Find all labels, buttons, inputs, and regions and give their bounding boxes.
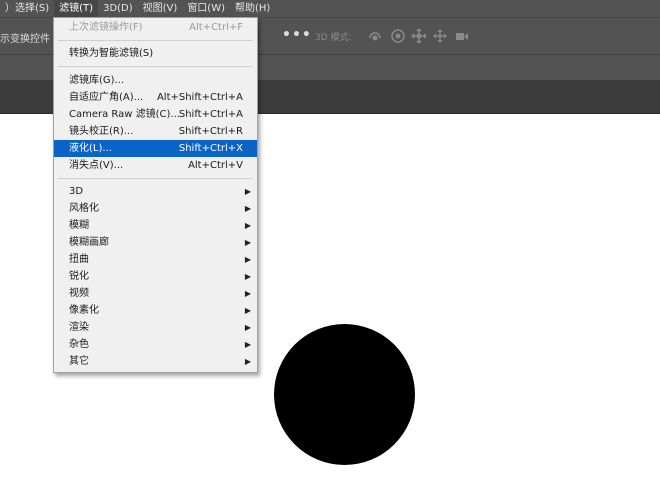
ellipsis-icon[interactable]: •••	[282, 26, 311, 46]
menu-bar: ）选择(S) 滤镜(T) 3D(D) 视图(V) 窗口(W) 帮助(H)	[0, 0, 660, 17]
menu-view[interactable]: 视图(V)	[138, 0, 183, 17]
black-circle-shape	[274, 324, 415, 465]
menu-item-last-filter: 上次滤镜操作(F) Alt+Ctrl+F	[69, 22, 243, 33]
3d-roll-icon[interactable]	[389, 27, 407, 45]
submenu-sharpen[interactable]: 锐化 ▶	[54, 268, 257, 285]
menu-item-vanishing-point[interactable]: 消失点(V)... Alt+Ctrl+V	[54, 157, 257, 174]
submenu-noise[interactable]: 杂色 ▶	[54, 336, 257, 353]
menu-item-camera-raw[interactable]: Camera Raw 滤镜(C)... Shift+Ctrl+A	[54, 106, 257, 123]
menu-item-lens-correction[interactable]: 镜头校正(R)... Shift+Ctrl+R	[54, 123, 257, 140]
menu-separator	[58, 66, 253, 67]
filter-menu-dropdown: 上次滤镜操作(F) Alt+Ctrl+F 转换为智能滤镜(S) 滤镜库(G)..…	[53, 17, 258, 373]
3d-slide-icon[interactable]	[431, 27, 449, 45]
submenu-arrow-icon: ▶	[244, 204, 251, 213]
menu-item-liquify[interactable]: 液化(L)... Shift+Ctrl+X	[54, 140, 257, 157]
submenu-render[interactable]: 渲染 ▶	[54, 319, 257, 336]
submenu-pixelate[interactable]: 像素化 ▶	[54, 302, 257, 319]
submenu-3d[interactable]: 3D ▶	[54, 183, 257, 200]
options-divider	[258, 28, 259, 44]
menu-help[interactable]: 帮助(H)	[230, 0, 275, 17]
submenu-arrow-icon: ▶	[244, 306, 251, 315]
submenu-other[interactable]: 其它 ▶	[54, 353, 257, 370]
submenu-distort[interactable]: 扭曲 ▶	[54, 251, 257, 268]
submenu-stylize[interactable]: 风格化 ▶	[54, 200, 257, 217]
menu-item-filter-gallery[interactable]: 滤镜库(G)...	[54, 72, 257, 89]
menu-item-convert-smart-filters[interactable]: 转换为智能滤镜(S)	[54, 45, 257, 62]
submenu-arrow-icon: ▶	[244, 221, 251, 230]
submenu-arrow-icon: ▶	[244, 238, 251, 247]
menu-item-adaptive-wide-angle[interactable]: 自适应广角(A)... Alt+Shift+Ctrl+A	[54, 89, 257, 106]
submenu-arrow-icon: ▶	[244, 357, 251, 366]
menu-window[interactable]: 窗口(W)	[182, 0, 230, 17]
menu-3d[interactable]: 3D(D)	[98, 0, 138, 17]
submenu-blur[interactable]: 模糊 ▶	[54, 217, 257, 234]
3d-mode-label: 3D 模式:	[315, 33, 352, 43]
show-transform-controls-label[interactable]: 示变换控件	[0, 30, 50, 45]
3d-scale-icon[interactable]	[453, 27, 471, 45]
submenu-arrow-icon: ▶	[244, 323, 251, 332]
menu-filter[interactable]: 滤镜(T)	[54, 0, 99, 17]
submenu-blur-gallery[interactable]: 模糊画廊 ▶	[54, 234, 257, 251]
submenu-arrow-icon: ▶	[244, 255, 251, 264]
3d-pan-icon[interactable]	[410, 27, 428, 45]
menu-separator	[58, 40, 253, 41]
3d-rotate-icon[interactable]	[366, 27, 384, 45]
menu-select[interactable]: ）选择(S)	[0, 0, 54, 17]
submenu-arrow-icon: ▶	[244, 187, 251, 196]
submenu-arrow-icon: ▶	[244, 289, 251, 298]
submenu-arrow-icon: ▶	[244, 272, 251, 281]
submenu-video[interactable]: 视频 ▶	[54, 285, 257, 302]
menu-separator	[58, 178, 253, 179]
submenu-arrow-icon: ▶	[244, 340, 251, 349]
